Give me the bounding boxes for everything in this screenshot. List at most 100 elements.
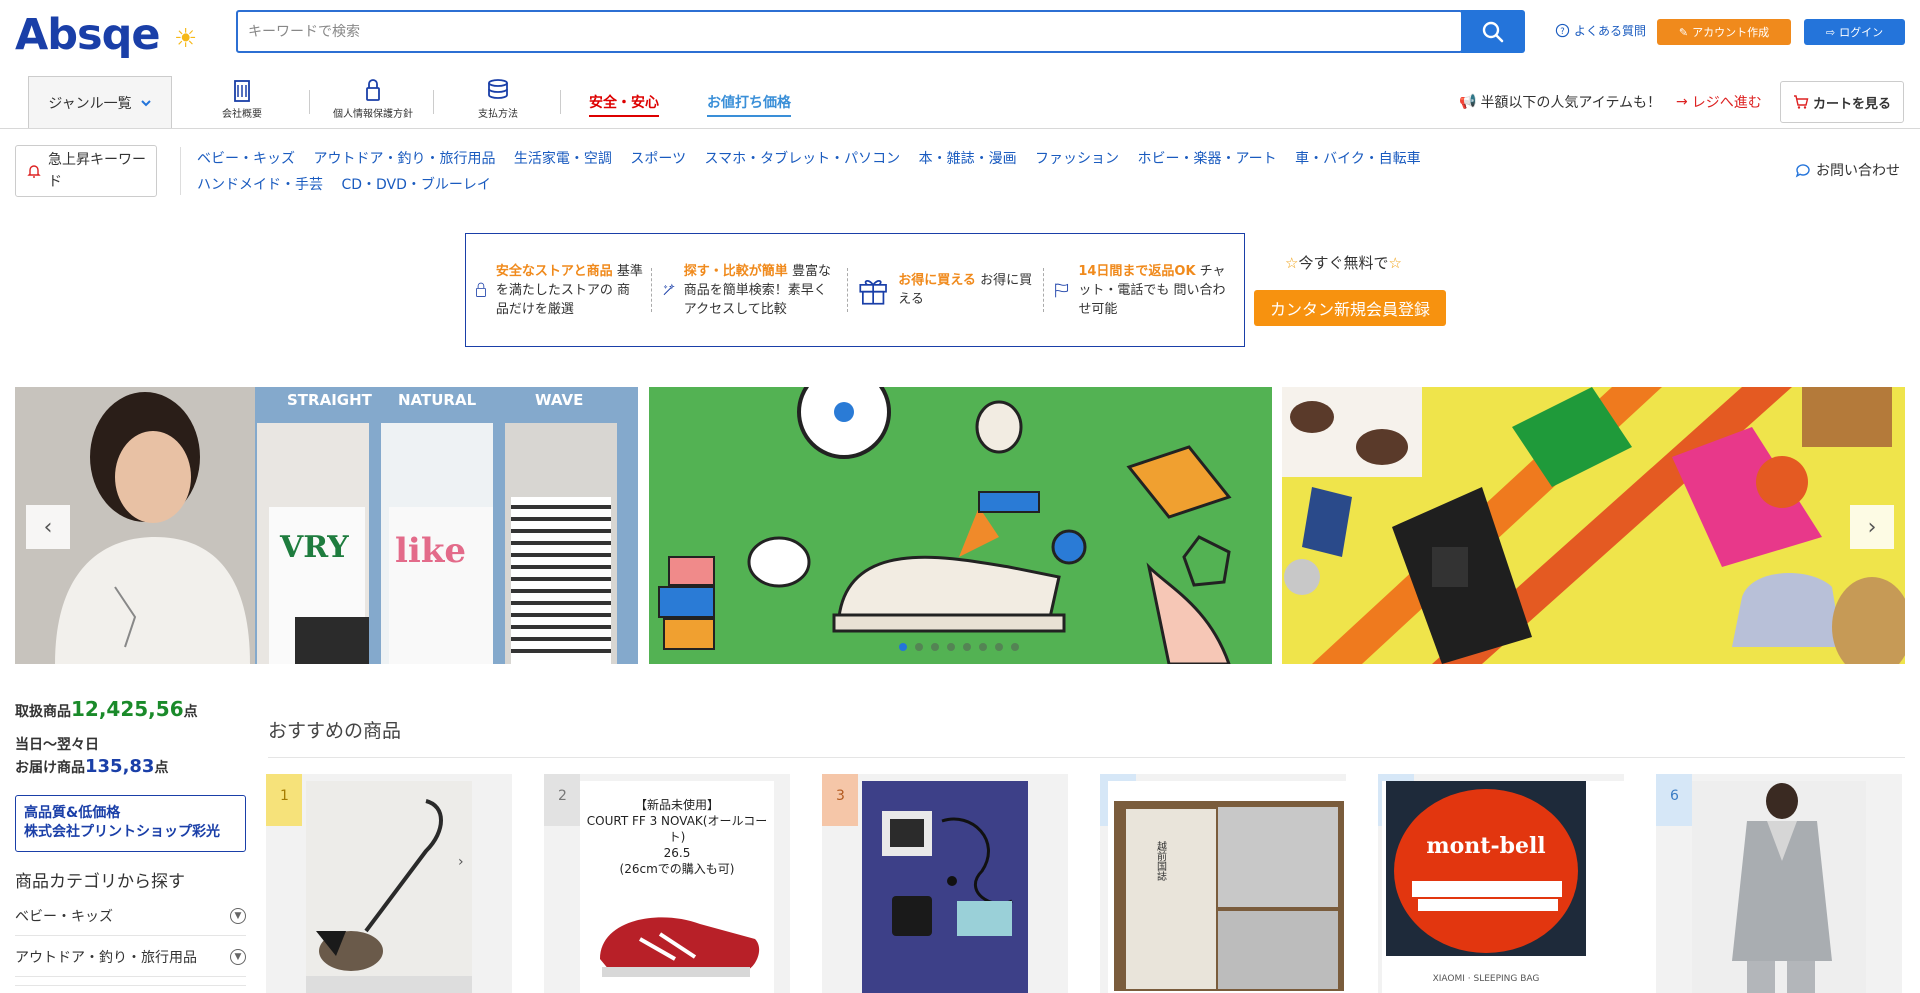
category-link[interactable]: ハンドメイド・手芸: [197, 177, 323, 193]
category-link[interactable]: ホビー・楽器・アート: [1138, 151, 1277, 167]
genre-menu-button[interactable]: ジャンル一覧: [28, 76, 172, 128]
register-button[interactable]: カンタン新規会員登録: [1254, 290, 1446, 326]
payment-label: 支払方法: [478, 109, 518, 120]
carousel-dot[interactable]: [947, 643, 955, 651]
carousel-dot[interactable]: [899, 643, 907, 651]
sidebar-category-item[interactable]: ベビー・キッズ ▼: [15, 896, 246, 936]
category-link[interactable]: 生活家電・空調: [514, 151, 612, 167]
cart-button[interactable]: カートを見る: [1780, 81, 1904, 123]
cart-label: カートを見る: [1812, 96, 1891, 112]
lock-icon: [476, 282, 486, 297]
magic-wand-icon: [663, 283, 675, 296]
carousel-dot[interactable]: [979, 643, 987, 651]
category-link[interactable]: アウトドア・釣り・旅行用品: [313, 151, 495, 167]
product-image: 【新品未使用】 COURT FF 3 NOVAK(オールコート) 26.5 (2…: [580, 781, 774, 993]
building-icon: [234, 80, 250, 102]
product-image: XIAOMI · SLEEPING BAG mont-bell: [1382, 781, 1624, 993]
account-create-button[interactable]: ✎ アカウント作成: [1657, 19, 1791, 45]
carousel-slide[interactable]: [1282, 387, 1905, 664]
product-card[interactable]: 5 XIAOMI · SLEEPING BAG mont-bell: [1378, 774, 1624, 993]
divider: [268, 757, 1905, 758]
cart-icon: [1793, 95, 1809, 109]
slide-label: NATURAL: [398, 391, 477, 409]
checkout-label: レジへ進む: [1691, 95, 1762, 111]
svg-text:?: ?: [1560, 26, 1564, 36]
total-items-stat: 取扱商品12,425,56点: [15, 697, 198, 721]
feature-highlight: 安全なストアと商品: [495, 263, 613, 279]
contact-link[interactable]: お問い合わせ: [1795, 160, 1900, 180]
product-card[interactable]: 4 越前国誌: [1100, 774, 1346, 993]
megaphone-icon: 📢: [1459, 94, 1477, 110]
nav-bar: ジャンル一覧 会社概要 個人情報保護方針 支払方法 安全・安心 お値打ち価格 📢…: [0, 64, 1920, 129]
sun-icon: ☀: [174, 24, 198, 54]
carousel-dot[interactable]: [931, 643, 939, 651]
carousel-slide[interactable]: STRAIGHT NATURAL WAVE VRY like: [15, 387, 638, 664]
product-image: [862, 781, 1028, 993]
checkout-link[interactable]: → レジへ進む: [1676, 92, 1762, 112]
coins-icon: [488, 79, 508, 99]
safety-tab[interactable]: 安全・安心: [589, 92, 659, 117]
slide-image: [1282, 387, 1905, 664]
feature-highlight: 14日間まで返品OK: [1078, 263, 1196, 279]
carousel-dot[interactable]: [963, 643, 971, 651]
carousel-slide[interactable]: [649, 387, 1272, 664]
site-logo[interactable]: Absqe: [15, 10, 161, 60]
star-icon: ☆: [1285, 254, 1299, 272]
category-link[interactable]: ファッション: [1035, 151, 1119, 167]
category-link[interactable]: スポーツ: [630, 151, 686, 167]
chevron-left-icon: ‹: [43, 514, 53, 540]
carousel-dot[interactable]: [915, 643, 923, 651]
category-link[interactable]: 本・雑誌・漫画: [919, 151, 1017, 167]
company-link[interactable]: 会社概要: [222, 78, 262, 120]
product-card[interactable]: 1 ›: [266, 774, 512, 993]
bell-icon: [27, 165, 41, 178]
trending-keywords-button[interactable]: 急上昇キーワード: [15, 145, 157, 197]
product-card[interactable]: 3: [822, 774, 1068, 993]
carousel-dot[interactable]: [1011, 643, 1019, 651]
free-signup-text: ☆今すぐ無料で☆: [1285, 252, 1402, 273]
free-label: 今すぐ無料で: [1298, 254, 1389, 272]
faq-link[interactable]: ? よくある質問: [1555, 22, 1646, 39]
contact-label: お問い合わせ: [1816, 163, 1900, 179]
stat-value: 12,425,56: [71, 697, 184, 721]
privacy-link[interactable]: 個人情報保護方針: [333, 78, 413, 120]
popular-link[interactable]: 📢 半額以下の人気アイテムも！: [1459, 92, 1661, 112]
promo-banner[interactable]: 高品質&低価格 株式会社プリントショップ彩光: [15, 795, 246, 852]
search-input[interactable]: [238, 12, 1428, 51]
carousel-dots: [899, 643, 1019, 651]
chevron-down-icon: ▼: [230, 907, 246, 924]
search-button[interactable]: [1461, 10, 1525, 53]
product-card[interactable]: 2 【新品未使用】 COURT FF 3 NOVAK(オールコート) 26.5 …: [544, 774, 790, 993]
stripe-pattern: [511, 497, 611, 664]
carousel-dot[interactable]: [995, 643, 1003, 651]
chevron-right-icon: ›: [458, 854, 464, 870]
category-link[interactable]: CD・DVD・ブルーレイ: [341, 177, 490, 193]
nav-divider: [433, 90, 434, 114]
features-banner: 安全なストアと商品 基準を満たしたストアの 商品だけを厳選 探す・比較が簡単 豊…: [465, 233, 1245, 347]
payment-link[interactable]: 支払方法: [478, 78, 518, 120]
hero-carousel[interactable]: STRAIGHT NATURAL WAVE VRY like: [15, 387, 1905, 664]
carousel-next-button[interactable]: ›: [1850, 505, 1894, 549]
privacy-label: 個人情報保護方針: [333, 109, 413, 120]
product-brand: mont-bell: [1426, 833, 1546, 859]
search-icon: [1482, 21, 1504, 42]
deal-tab[interactable]: お値打ち価格: [707, 92, 791, 117]
carousel-prev-button[interactable]: ‹: [26, 505, 70, 549]
gift-icon: [859, 280, 887, 305]
category-link[interactable]: ベビー・キッズ: [197, 151, 295, 167]
chevron-down-icon: ▼: [230, 948, 246, 965]
sidebar-category-item[interactable]: アウトドア・釣り・旅行用品 ▼: [15, 937, 246, 977]
login-button[interactable]: ⇨ ログイン: [1804, 19, 1905, 45]
nav-divider: [309, 90, 310, 114]
category-link[interactable]: スマホ・タブレット・パソコン: [705, 151, 901, 167]
slide-label: STRAIGHT: [287, 391, 373, 409]
rank-badge: 2: [544, 774, 580, 826]
feature-highlight: 探す・比較が簡単: [683, 263, 788, 279]
category-link[interactable]: 車・バイク・自転車: [1295, 151, 1420, 167]
svg-text:VRY: VRY: [279, 530, 349, 565]
feature-returns: 14日間まで返品OK チャット・電話でも 問い合わせ可能: [1044, 234, 1239, 346]
category-links: ベビー・キッズ アウトドア・釣り・旅行用品 生活家電・空調 スポーツ スマホ・タ…: [197, 146, 1457, 198]
product-image: [306, 781, 472, 993]
login-icon: ⇨: [1825, 25, 1836, 39]
product-card[interactable]: 6: [1656, 774, 1902, 993]
